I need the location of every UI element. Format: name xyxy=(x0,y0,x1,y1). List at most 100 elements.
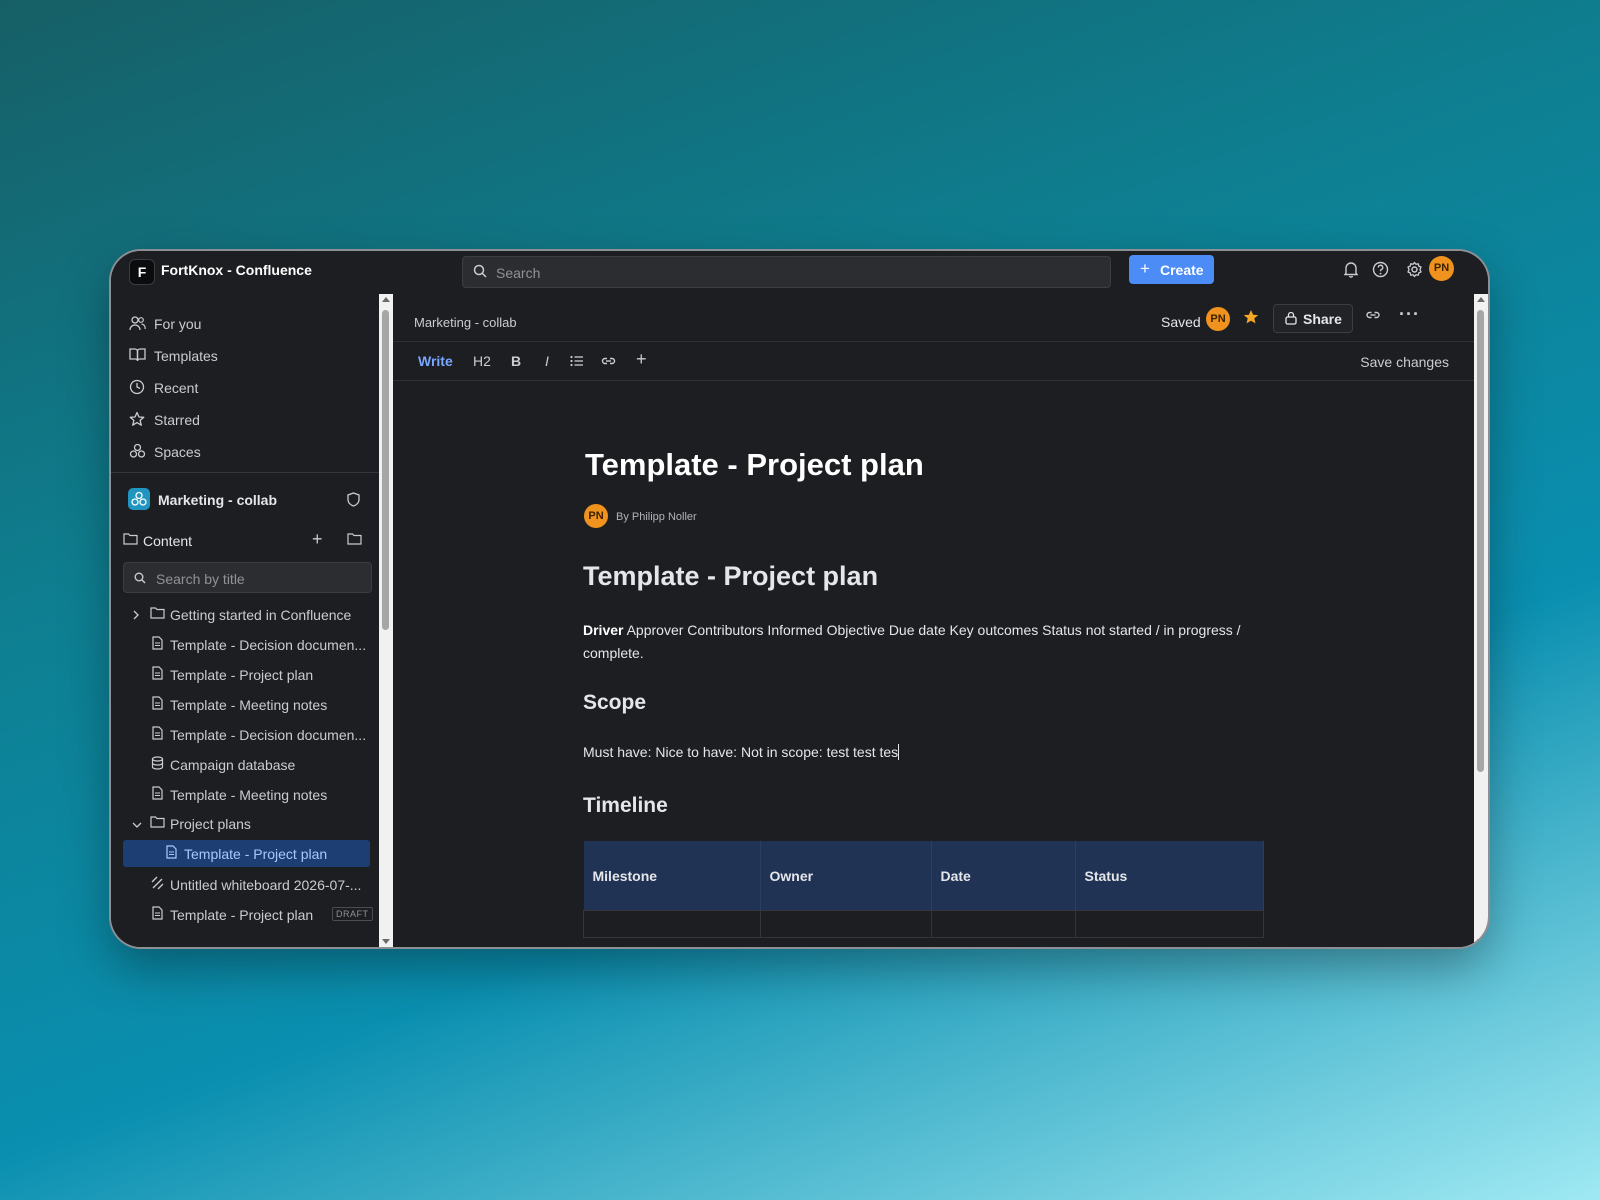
sidebar-item-label: For you xyxy=(154,316,202,332)
insert-plus-icon[interactable]: + xyxy=(636,349,647,370)
space-header[interactable]: Marketing - collab xyxy=(128,488,368,514)
star-filled-icon[interactable] xyxy=(1243,309,1259,330)
add-content-icon[interactable]: + xyxy=(312,529,323,550)
text-cursor xyxy=(898,744,900,760)
table-cell[interactable] xyxy=(759,910,932,938)
folder-icon xyxy=(150,606,165,622)
table-header-date[interactable]: Date xyxy=(931,841,1076,911)
sidebar-divider xyxy=(111,472,379,473)
collaborator-avatar[interactable]: PN xyxy=(1206,307,1230,331)
italic-button[interactable]: I xyxy=(545,353,549,369)
scroll-down-arrow-icon[interactable] xyxy=(382,939,390,944)
chevron-right-icon[interactable] xyxy=(132,607,140,623)
scroll-down-arrow-icon[interactable] xyxy=(1477,939,1485,944)
gear-icon[interactable] xyxy=(1406,261,1423,283)
tree-item-database[interactable]: Campaign database xyxy=(123,751,370,777)
chevron-down-icon[interactable] xyxy=(132,816,142,832)
title-search-input[interactable] xyxy=(154,563,368,594)
table-header-owner[interactable]: Owner xyxy=(760,841,932,911)
tree-item-label: Template - Meeting notes xyxy=(170,697,328,713)
spaces-icon xyxy=(129,443,146,462)
write-mode-button[interactable]: Write xyxy=(418,353,453,369)
tree-item-page[interactable]: Template - Decision documen... xyxy=(123,631,370,657)
tree-item-active-page[interactable]: Template - Project plan xyxy=(123,840,370,867)
user-avatar[interactable]: PN xyxy=(1429,256,1454,281)
table-header-milestone[interactable]: Milestone xyxy=(583,841,761,911)
bell-icon[interactable] xyxy=(1343,261,1359,283)
top-bar: F FortKnox - Confluence + Create PN xyxy=(111,251,1488,295)
title-search-box[interactable] xyxy=(123,562,372,594)
sidebar-scrollbar[interactable] xyxy=(379,294,393,947)
search-icon xyxy=(473,264,487,283)
sidebar-item-label: Recent xyxy=(154,380,199,396)
app-title[interactable]: FortKnox - Confluence xyxy=(161,262,312,278)
paragraph-text: Approver Contributors Informed Objective… xyxy=(583,622,1241,661)
bold-button[interactable]: B xyxy=(511,353,521,369)
breadcrumb[interactable]: Marketing - collab xyxy=(414,315,517,330)
table-cell[interactable] xyxy=(930,910,1076,938)
lock-icon xyxy=(1285,311,1297,328)
document-heading[interactable]: Template - Project plan xyxy=(583,561,878,592)
timeline-table[interactable]: Milestone Owner Date Status xyxy=(583,841,1264,938)
star-icon xyxy=(129,411,145,430)
paragraph-bold-text: Driver xyxy=(583,622,624,638)
help-icon[interactable] xyxy=(1372,261,1389,283)
main-scrollbar[interactable] xyxy=(1474,294,1488,947)
scope-text: Must have: Nice to have: Not in scope: t… xyxy=(583,744,899,760)
content-section-header: Content + xyxy=(123,529,369,552)
tree-item-page[interactable]: Template - Project plan xyxy=(123,661,370,687)
sidebar-item-label: Starred xyxy=(154,412,200,428)
folder-icon xyxy=(123,532,138,548)
author-name: By Philipp Noller xyxy=(616,511,697,523)
tree-item-label: Template - Project plan xyxy=(170,907,314,923)
table-cell[interactable] xyxy=(1074,910,1264,938)
space-name: Marketing - collab xyxy=(158,492,278,508)
document-paragraph[interactable]: Driver Approver Contributors Informed Ob… xyxy=(583,619,1263,665)
tree-item-project-plans[interactable]: Project plans xyxy=(123,810,370,836)
heading-2-button[interactable]: H2 xyxy=(473,353,491,369)
scrollbar-thumb[interactable] xyxy=(1477,310,1484,772)
database-icon xyxy=(151,756,164,773)
clock-icon xyxy=(129,379,145,398)
plus-icon: + xyxy=(1140,259,1150,278)
timeline-heading[interactable]: Timeline xyxy=(583,794,668,818)
bullet-list-icon[interactable] xyxy=(570,354,584,370)
confluence-window: F FortKnox - Confluence + Create PN xyxy=(111,251,1488,947)
tree-item-page[interactable]: Template - Meeting notes xyxy=(123,781,370,807)
tree-item-getting-started[interactable]: Getting started in Confluence xyxy=(123,601,370,627)
tree-item-label: Template - Project plan xyxy=(184,846,328,862)
share-button[interactable]: Share xyxy=(1273,304,1353,333)
draft-badge: DRAFT xyxy=(332,907,373,921)
page-icon xyxy=(152,726,163,743)
sidebar-item-label: Spaces xyxy=(154,444,201,460)
tree-item-whiteboard[interactable]: Untitled whiteboard 2026-07-... xyxy=(123,871,370,897)
more-options-icon[interactable]: ··· xyxy=(1399,304,1420,325)
save-changes-button[interactable]: Save changes xyxy=(1360,354,1449,370)
search-bar[interactable] xyxy=(462,256,1111,289)
tree-item-draft-page[interactable]: Template - Project plan DRAFT xyxy=(123,901,373,927)
create-button-label: Create xyxy=(1160,262,1204,278)
tree-item-page[interactable]: Template - Meeting notes xyxy=(123,691,370,717)
tree-item-page[interactable]: Template - Decision documen... xyxy=(123,721,370,747)
table-header-status[interactable]: Status xyxy=(1075,841,1264,911)
folder-icon xyxy=(150,815,165,831)
page-icon xyxy=(166,845,177,862)
editor-toolbar: Write H2 B I + Save changes xyxy=(393,342,1474,380)
create-button[interactable]: + Create xyxy=(1129,255,1214,284)
search-input[interactable] xyxy=(494,257,1098,289)
tree-item-label: Template - Decision documen... xyxy=(170,727,367,743)
scope-heading[interactable]: Scope xyxy=(583,691,646,715)
shield-icon[interactable] xyxy=(347,492,360,512)
link-icon[interactable] xyxy=(1365,308,1381,327)
scope-paragraph[interactable]: Must have: Nice to have: Not in scope: t… xyxy=(583,744,900,760)
insert-link-icon[interactable] xyxy=(601,354,616,370)
app-logo[interactable]: F xyxy=(129,259,155,285)
table-cell[interactable] xyxy=(583,910,761,938)
new-folder-icon[interactable] xyxy=(347,532,362,548)
scroll-up-arrow-icon[interactable] xyxy=(1477,297,1485,302)
page-title[interactable]: Template - Project plan xyxy=(585,447,924,483)
author-avatar[interactable]: PN xyxy=(584,504,608,528)
scroll-up-arrow-icon[interactable] xyxy=(382,297,390,302)
tree-item-label: Campaign database xyxy=(170,757,296,773)
scrollbar-thumb[interactable] xyxy=(382,310,389,630)
